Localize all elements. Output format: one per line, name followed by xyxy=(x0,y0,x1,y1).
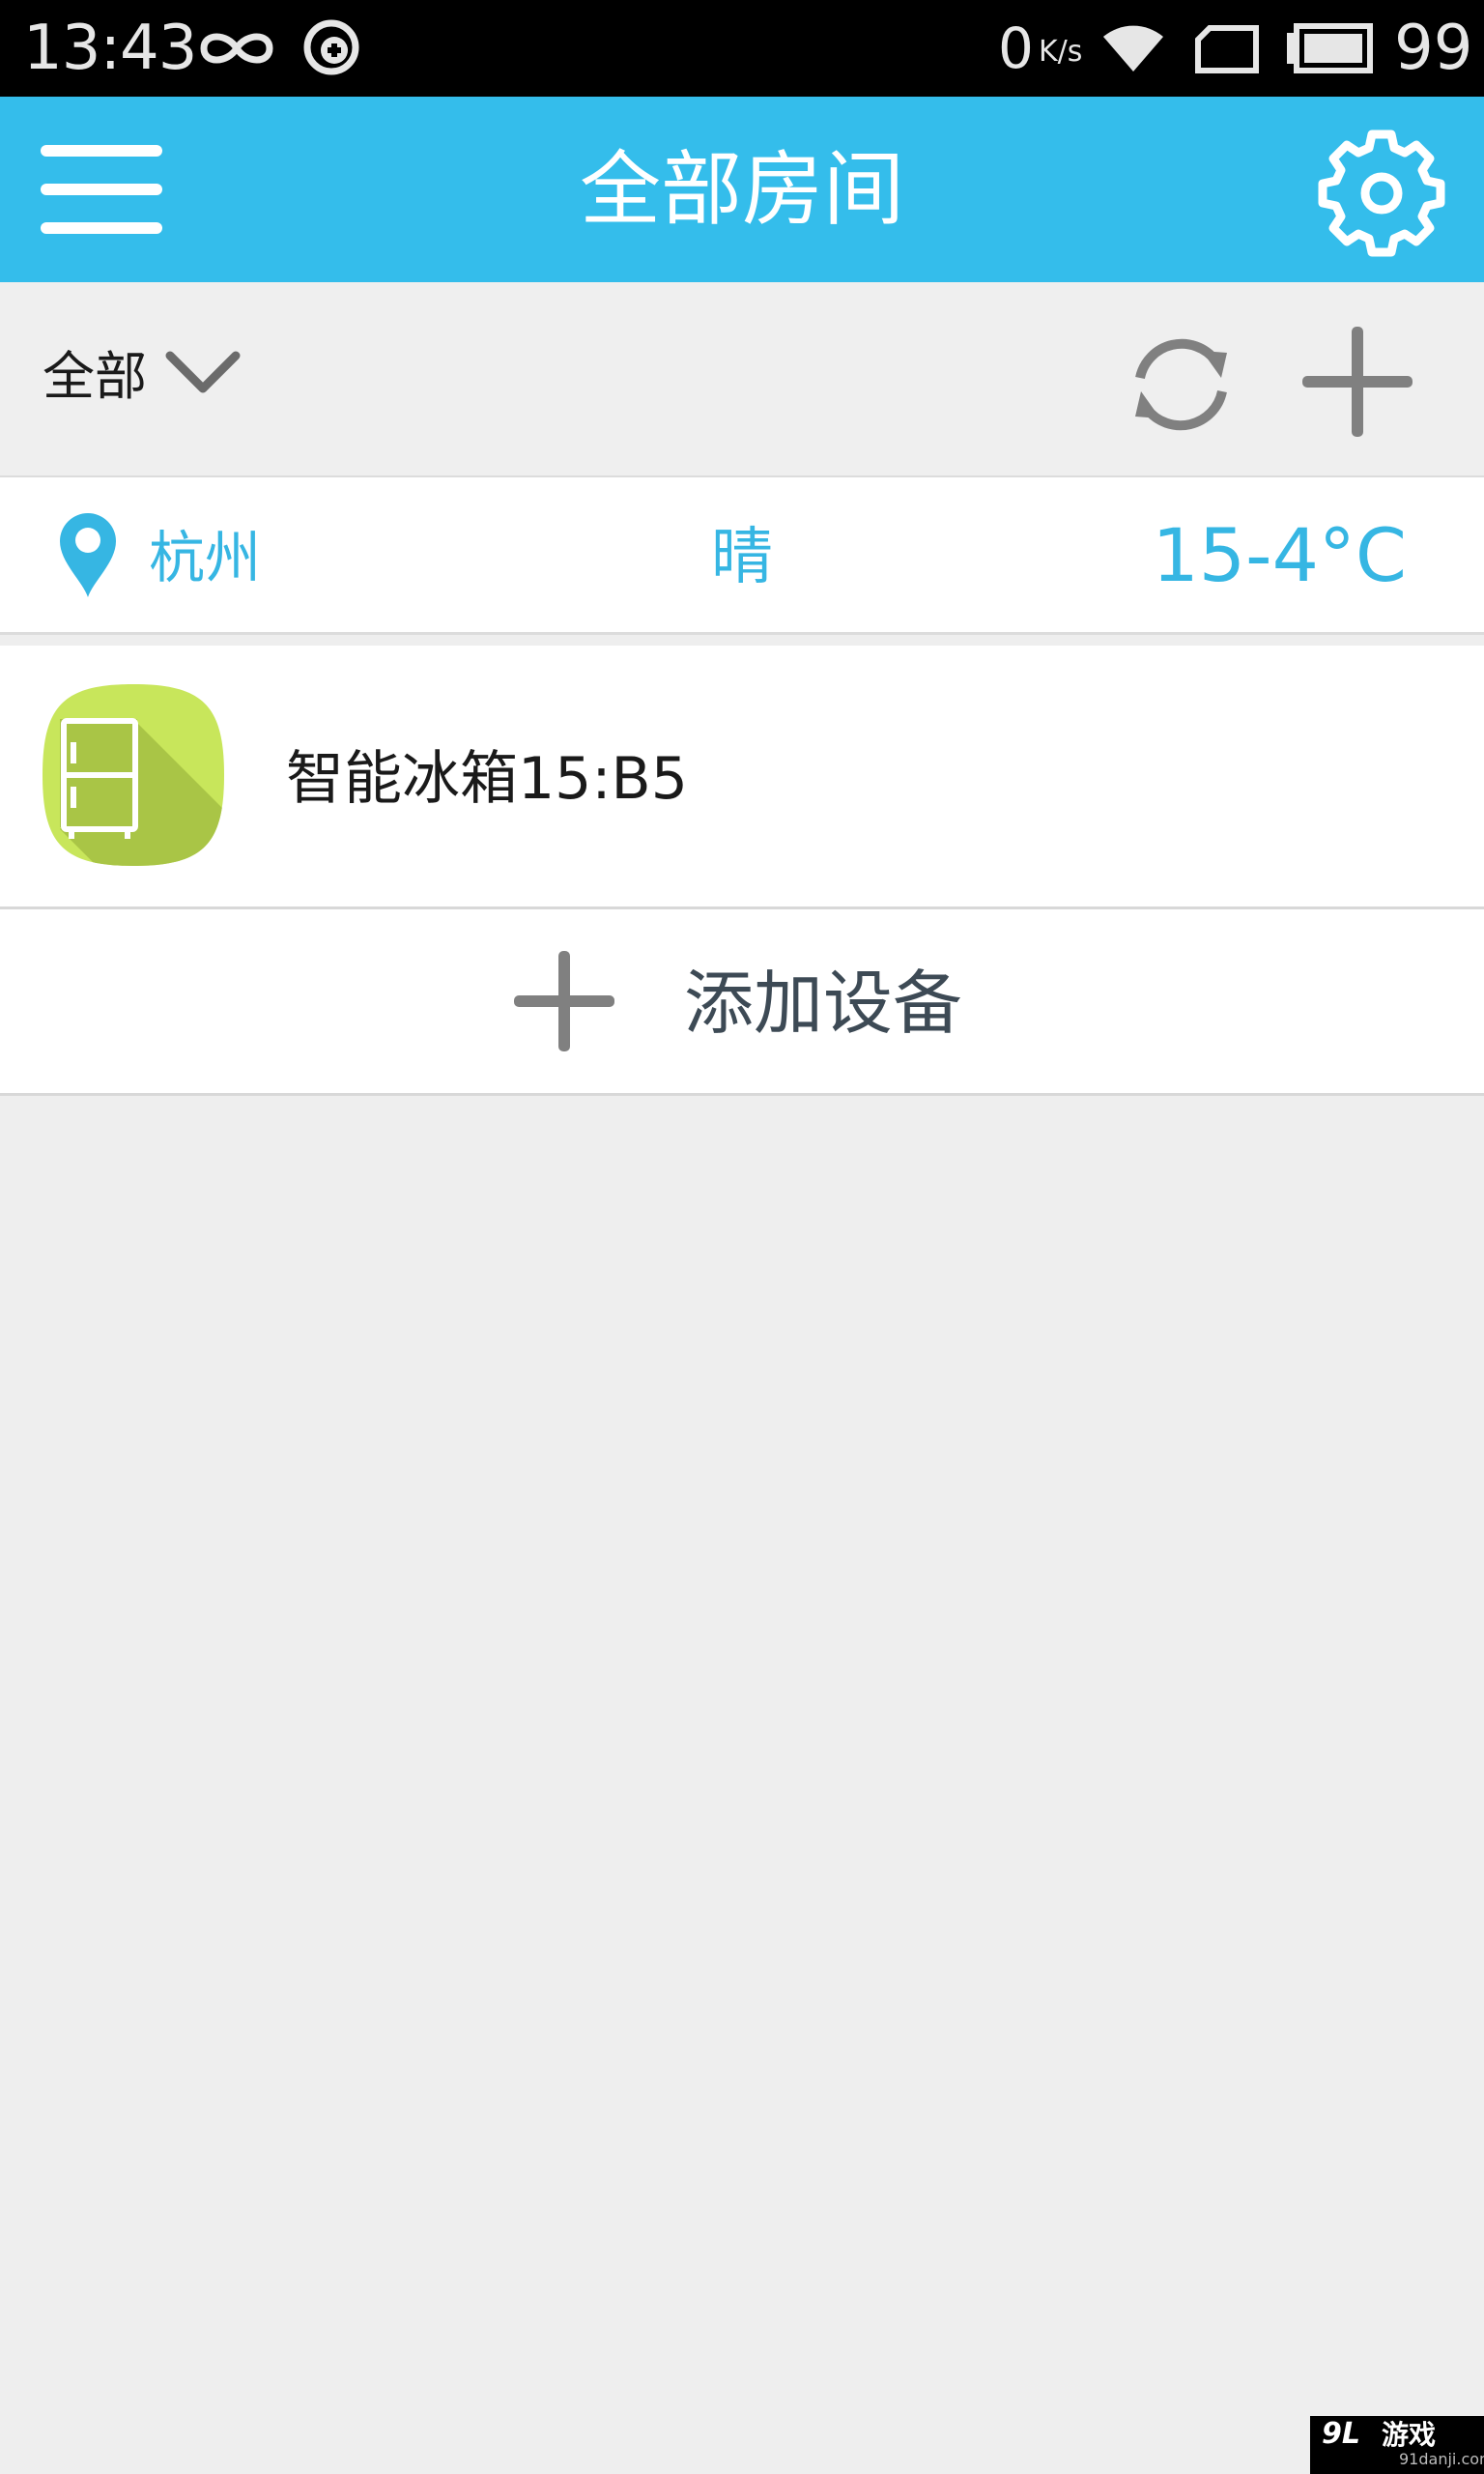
add-button[interactable] xyxy=(1295,319,1420,445)
sync-plus-icon xyxy=(303,19,359,75)
add-device-label: 添加设备 xyxy=(684,963,963,1044)
watermark-brand: 游戏 xyxy=(1382,2419,1437,2451)
gear-icon xyxy=(1318,129,1445,257)
battery-level: 99 xyxy=(1394,13,1473,84)
battery-icon xyxy=(1287,23,1373,73)
watermark-logo: 9L xyxy=(1322,2417,1360,2451)
device-name: 智能冰箱15:B5 xyxy=(286,745,688,813)
watermark-url: 91danji.com xyxy=(1399,2450,1484,2468)
chevron-down-icon[interactable] xyxy=(164,348,242,396)
fridge-icon xyxy=(43,684,224,866)
refresh-button[interactable] xyxy=(1121,324,1241,445)
infinity-icon xyxy=(200,33,273,64)
settings-button[interactable] xyxy=(1309,121,1454,261)
sim-icon xyxy=(1195,25,1259,73)
page-title: 全部房间 xyxy=(579,142,904,237)
plus-icon xyxy=(1302,327,1413,437)
room-filter-label[interactable]: 全部 xyxy=(43,343,147,411)
refresh-icon xyxy=(1135,338,1227,431)
plus-icon xyxy=(514,951,614,1051)
wifi-icon xyxy=(1103,25,1163,72)
net-speed: 0 xyxy=(998,15,1034,81)
status-time: 13:43 xyxy=(23,13,197,84)
net-unit: K/s xyxy=(1039,35,1083,69)
weather-temperature: 15-4°C xyxy=(1152,512,1407,598)
